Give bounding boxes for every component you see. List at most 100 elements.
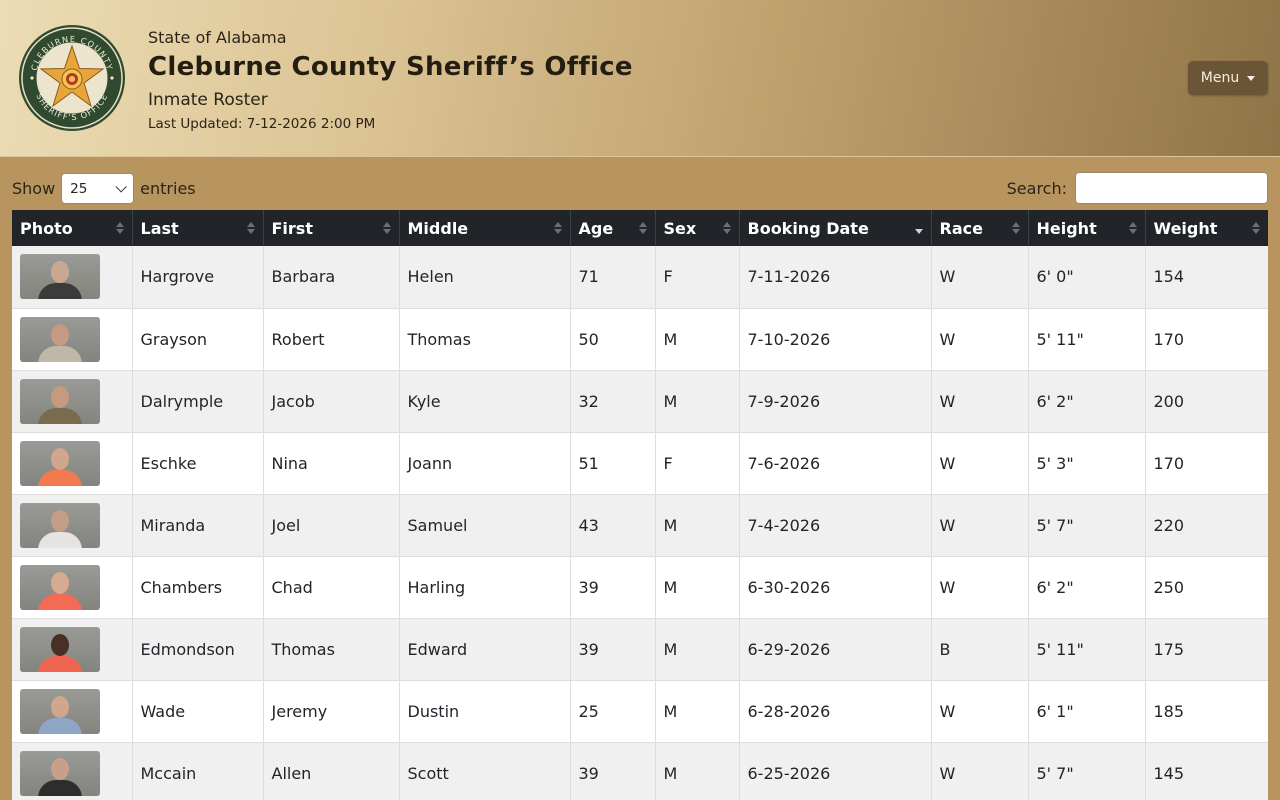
sort-descending-icon [914, 222, 923, 236]
column-header-booking-date[interactable]: Booking Date [739, 210, 932, 246]
cell-last: Edmondson [132, 618, 264, 681]
table-row[interactable]: Wade Jeremy Dustin 25 M 6-28-2026 W 6' 1" 185 [12, 680, 1268, 743]
cell-sex: M [655, 742, 740, 800]
column-header-label: Booking Date [747, 218, 869, 238]
mugshot-head [51, 757, 69, 780]
sort-icon [638, 222, 647, 236]
table-row[interactable]: Chambers Chad Harling 39 M 6-30-2026 W 6' 2" 250 [12, 556, 1268, 619]
column-header-race[interactable]: Race [931, 210, 1029, 246]
mugshot-body [38, 407, 82, 424]
sort-icon [115, 222, 124, 236]
cell-booking-date: 7-6-2026 [739, 432, 932, 495]
mugshot-thumbnail[interactable] [20, 750, 100, 796]
cell-age: 39 [570, 618, 656, 681]
column-header-label: Sex [663, 218, 697, 238]
sort-icon [1252, 222, 1260, 236]
column-header-weight[interactable]: Weight [1145, 210, 1268, 246]
column-header-label: Height [1036, 218, 1097, 238]
page-length-control: Show 25 entries [12, 173, 196, 204]
cell-height: 5' 3" [1028, 432, 1146, 495]
mugshot-body [38, 655, 82, 672]
cell-height: 6' 0" [1028, 246, 1146, 309]
cell-sex: M [655, 680, 740, 743]
table-row[interactable]: Edmondson Thomas Edward 39 M 6-29-2026 B 5' 11"… [12, 618, 1268, 681]
cell-sex: M [655, 494, 740, 557]
mugshot-thumbnail[interactable] [20, 564, 100, 610]
table-row[interactable]: Eschke Nina Joann 51 F 7-6-2026 W 5' 3" 170 [12, 432, 1268, 495]
cell-first: Nina [263, 432, 400, 495]
column-header-middle[interactable]: Middle [399, 210, 571, 246]
cell-height: 5' 11" [1028, 618, 1146, 681]
photo-cell [12, 370, 133, 433]
menu-button[interactable]: Menu [1188, 61, 1268, 95]
column-header-photo[interactable]: Photo [12, 210, 133, 246]
mugshot-thumbnail[interactable] [20, 688, 100, 734]
page-length-select[interactable]: 25 [61, 173, 135, 204]
table-row[interactable]: Dalrymple Jacob Kyle 32 M 7-9-2026 W 6' 2" 200 [12, 370, 1268, 433]
column-header-first[interactable]: First [263, 210, 400, 246]
menu-label: Menu [1200, 70, 1240, 86]
cell-booking-date: 6-29-2026 [739, 618, 932, 681]
cell-weight: 200 [1145, 370, 1268, 433]
table-row[interactable]: Grayson Robert Thomas 50 M 7-10-2026 W 5' 11" 17… [12, 308, 1268, 371]
sort-icon [1011, 222, 1020, 236]
mugshot-body [38, 779, 82, 796]
cell-weight: 170 [1145, 308, 1268, 371]
mugshot-body [38, 593, 82, 610]
cell-race: W [931, 370, 1029, 433]
column-header-last[interactable]: Last [132, 210, 264, 246]
mugshot-thumbnail[interactable] [20, 502, 100, 548]
mugshot-thumbnail[interactable] [20, 440, 100, 486]
photo-cell [12, 618, 133, 681]
sort-icon [1128, 222, 1137, 236]
mugshot-head [51, 509, 69, 532]
entries-label: entries [140, 179, 196, 198]
chevron-down-icon [115, 180, 127, 193]
cell-last: Chambers [132, 556, 264, 619]
sort-icon [722, 222, 731, 236]
table-row[interactable]: Mccain Allen Scott 39 M 6-25-2026 W 5' 7" 145 [12, 742, 1268, 800]
cell-booking-date: 6-25-2026 [739, 742, 932, 800]
mugshot-body [38, 717, 82, 734]
table-row[interactable]: Miranda Joel Samuel 43 M 7-4-2026 W 5' 7" 220 [12, 494, 1268, 557]
mugshot-thumbnail[interactable] [20, 254, 100, 300]
column-header-age[interactable]: Age [570, 210, 656, 246]
cell-booking-date: 7-9-2026 [739, 370, 932, 433]
inmate-table: Photo Last First Middle Age Sex Booking Date Ra… [12, 210, 1268, 800]
column-header-height[interactable]: Height [1028, 210, 1146, 246]
cell-last: Dalrymple [132, 370, 264, 433]
cell-weight: 185 [1145, 680, 1268, 743]
mugshot-thumbnail[interactable] [20, 626, 100, 672]
mugshot-body [38, 469, 82, 486]
cell-booking-date: 6-28-2026 [739, 680, 932, 743]
cell-sex: F [655, 246, 740, 309]
mugshot-head [51, 385, 69, 408]
photo-cell [12, 742, 133, 800]
cell-booking-date: 6-30-2026 [739, 556, 932, 619]
cell-race: W [931, 742, 1029, 800]
search-label: Search: [1006, 178, 1067, 198]
cell-last: Eschke [132, 432, 264, 495]
search-input[interactable] [1075, 172, 1268, 204]
page-header: CLEBURNE COUNTY SHERIFF'S OFFICE State o… [0, 0, 1280, 157]
cell-middle: Harling [399, 556, 571, 619]
cell-booking-date: 7-11-2026 [739, 246, 932, 309]
cell-race: W [931, 246, 1029, 309]
cell-first: Joel [263, 494, 400, 557]
table-header-row: Photo Last First Middle Age Sex Booking Date Ra… [12, 210, 1268, 246]
sort-icon [246, 222, 255, 236]
cell-first: Barbara [263, 246, 400, 309]
mugshot-thumbnail[interactable] [20, 378, 100, 424]
table-row[interactable]: Hargrove Barbara Helen 71 F 7-11-2026 W 6' 0" 15… [12, 246, 1268, 309]
cell-weight: 170 [1145, 432, 1268, 495]
mugshot-body [38, 531, 82, 548]
cell-height: 5' 7" [1028, 742, 1146, 800]
column-header-sex[interactable]: Sex [655, 210, 740, 246]
column-header-label: Weight [1153, 218, 1218, 238]
mugshot-head [51, 323, 69, 346]
cell-sex: M [655, 556, 740, 619]
mugshot-thumbnail[interactable] [20, 316, 100, 362]
cell-first: Chad [263, 556, 400, 619]
cell-age: 25 [570, 680, 656, 743]
photo-cell [12, 432, 133, 495]
